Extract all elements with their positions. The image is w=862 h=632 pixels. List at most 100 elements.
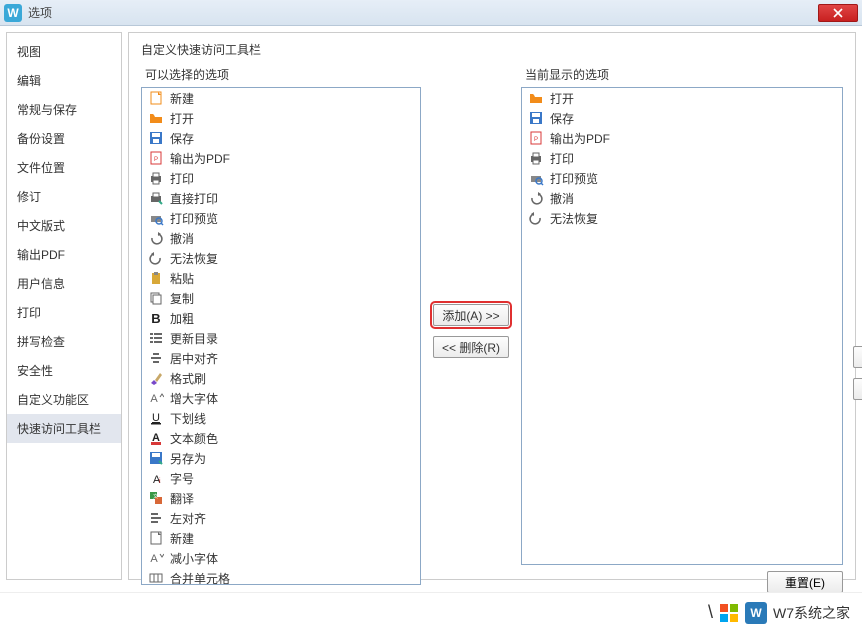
available-item-label: 下划线 xyxy=(170,410,206,427)
sidebar-item-8[interactable]: 用户信息 xyxy=(7,269,121,298)
section-title: 自定义快速访问工具栏 xyxy=(141,41,843,58)
available-item[interactable]: Ai字号 xyxy=(142,468,420,488)
available-item[interactable]: 文翻译 xyxy=(142,488,420,508)
available-item[interactable]: 打印 xyxy=(142,168,420,188)
add-button[interactable]: 添加(A) >> xyxy=(433,304,509,326)
underline-icon: U xyxy=(148,410,164,426)
open-icon xyxy=(528,90,544,106)
svg-text:U: U xyxy=(152,412,160,424)
available-item-label: 复制 xyxy=(170,290,194,307)
current-item[interactable]: 无法恢复 xyxy=(522,208,842,228)
available-item[interactable]: 更新目录 xyxy=(142,328,420,348)
sidebar-item-13[interactable]: 快速访问工具栏 xyxy=(7,414,121,443)
windows-icon xyxy=(719,603,739,623)
reset-button[interactable]: 重置(E) xyxy=(767,571,843,593)
available-item[interactable]: U 下划线 xyxy=(142,408,420,428)
move-up-button[interactable]: ▲ xyxy=(853,346,862,368)
titlebar: W 选项 xyxy=(0,0,862,26)
sidebar-item-12[interactable]: 自定义功能区 xyxy=(7,385,121,414)
sidebar-item-1[interactable]: 编辑 xyxy=(7,66,121,95)
sidebar-item-6[interactable]: 中文版式 xyxy=(7,211,121,240)
available-item-label: 打印预览 xyxy=(170,210,218,227)
printpreview-icon xyxy=(528,170,544,186)
available-item[interactable]: 另存为 xyxy=(142,448,420,468)
svg-text:A: A xyxy=(150,393,158,405)
available-item[interactable]: B加粗 xyxy=(142,308,420,328)
print-icon xyxy=(148,170,164,186)
available-item[interactable]: 粘贴 xyxy=(142,268,420,288)
printpreview-icon xyxy=(148,210,164,226)
svg-text:P: P xyxy=(154,157,158,163)
printdirect-icon xyxy=(148,190,164,206)
available-item[interactable]: 新建 xyxy=(142,528,420,548)
move-down-button[interactable]: ▼ xyxy=(853,378,862,400)
sidebar-item-2[interactable]: 常规与保存 xyxy=(7,95,121,124)
available-item[interactable]: 打印预览 xyxy=(142,208,420,228)
footer-letter: \ xyxy=(708,602,713,623)
available-item-label: 减小字体 xyxy=(170,550,218,567)
available-item[interactable]: A文本颜色 xyxy=(142,428,420,448)
undo-icon xyxy=(148,230,164,246)
sidebar-item-10[interactable]: 拼写检查 xyxy=(7,327,121,356)
sidebar-item-5[interactable]: 修订 xyxy=(7,182,121,211)
content: 视图编辑常规与保存备份设置文件位置修订中文版式输出PDF用户信息打印拼写检查安全… xyxy=(0,26,862,586)
current-listbox[interactable]: 打开保存P输出为PDF打印打印预览撤消无法恢复 xyxy=(521,87,843,565)
available-item[interactable]: A 减小字体 xyxy=(142,548,420,568)
save-icon xyxy=(148,130,164,146)
paste-icon xyxy=(148,270,164,286)
svg-text:i: i xyxy=(159,478,161,485)
available-item-label: 字号 xyxy=(170,470,194,487)
available-item-label: 合并单元格 xyxy=(170,570,230,586)
available-item-label: 另存为 xyxy=(170,450,206,467)
w7-logo-icon: W xyxy=(745,602,767,624)
available-item-label: 格式刷 xyxy=(170,370,206,387)
svg-text:B: B xyxy=(151,311,160,326)
available-item[interactable]: 居中对齐 xyxy=(142,348,420,368)
saveas-icon xyxy=(148,450,164,466)
available-item[interactable]: 合并单元格 xyxy=(142,568,420,585)
current-item[interactable]: P输出为PDF xyxy=(522,128,842,148)
available-item[interactable]: A 增大字体 xyxy=(142,388,420,408)
current-item-label: 撤消 xyxy=(550,190,574,207)
available-item[interactable]: 无法恢复 xyxy=(142,248,420,268)
sidebar-item-11[interactable]: 安全性 xyxy=(7,356,121,385)
left-icon xyxy=(148,510,164,526)
available-item-label: 翻译 xyxy=(170,490,194,507)
footer: \ W W7系统之家 xyxy=(0,592,862,632)
available-item[interactable]: P输出为PDF xyxy=(142,148,420,168)
bold-icon: B xyxy=(148,310,164,326)
pdf-icon: P xyxy=(148,150,164,166)
sidebar-item-7[interactable]: 输出PDF xyxy=(7,240,121,269)
new2-icon xyxy=(148,530,164,546)
sidebar-item-4[interactable]: 文件位置 xyxy=(7,153,121,182)
available-item-label: 新建 xyxy=(170,530,194,547)
available-item[interactable]: 新建 xyxy=(142,88,420,108)
current-item[interactable]: 保存 xyxy=(522,108,842,128)
sidebar-item-0[interactable]: 视图 xyxy=(7,37,121,66)
available-item[interactable]: 直接打印 xyxy=(142,188,420,208)
available-item[interactable]: 撤消 xyxy=(142,228,420,248)
current-item[interactable]: 打印 xyxy=(522,148,842,168)
available-listbox[interactable]: 新建打开保存P输出为PDF打印直接打印打印预览撤消无法恢复粘贴复制B加粗更新目录… xyxy=(141,87,421,585)
current-item-label: 打印预览 xyxy=(550,170,598,187)
sidebar-item-3[interactable]: 备份设置 xyxy=(7,124,121,153)
available-item[interactable]: 保存 xyxy=(142,128,420,148)
remove-button[interactable]: << 删除(R) xyxy=(433,336,509,358)
window-title: 选项 xyxy=(28,4,818,21)
available-item[interactable]: 复制 xyxy=(142,288,420,308)
brush-icon xyxy=(148,370,164,386)
available-item[interactable]: 格式刷 xyxy=(142,368,420,388)
available-item-label: 撤消 xyxy=(170,230,194,247)
current-item[interactable]: 打开 xyxy=(522,88,842,108)
center-icon xyxy=(148,350,164,366)
close-button[interactable] xyxy=(818,4,858,22)
available-item-label: 增大字体 xyxy=(170,390,218,407)
current-item-label: 无法恢复 xyxy=(550,210,598,227)
current-item[interactable]: 打印预览 xyxy=(522,168,842,188)
svg-text:A: A xyxy=(150,553,158,565)
sidebar-item-9[interactable]: 打印 xyxy=(7,298,121,327)
print-icon xyxy=(528,150,544,166)
available-item[interactable]: 左对齐 xyxy=(142,508,420,528)
available-item[interactable]: 打开 xyxy=(142,108,420,128)
current-item[interactable]: 撤消 xyxy=(522,188,842,208)
